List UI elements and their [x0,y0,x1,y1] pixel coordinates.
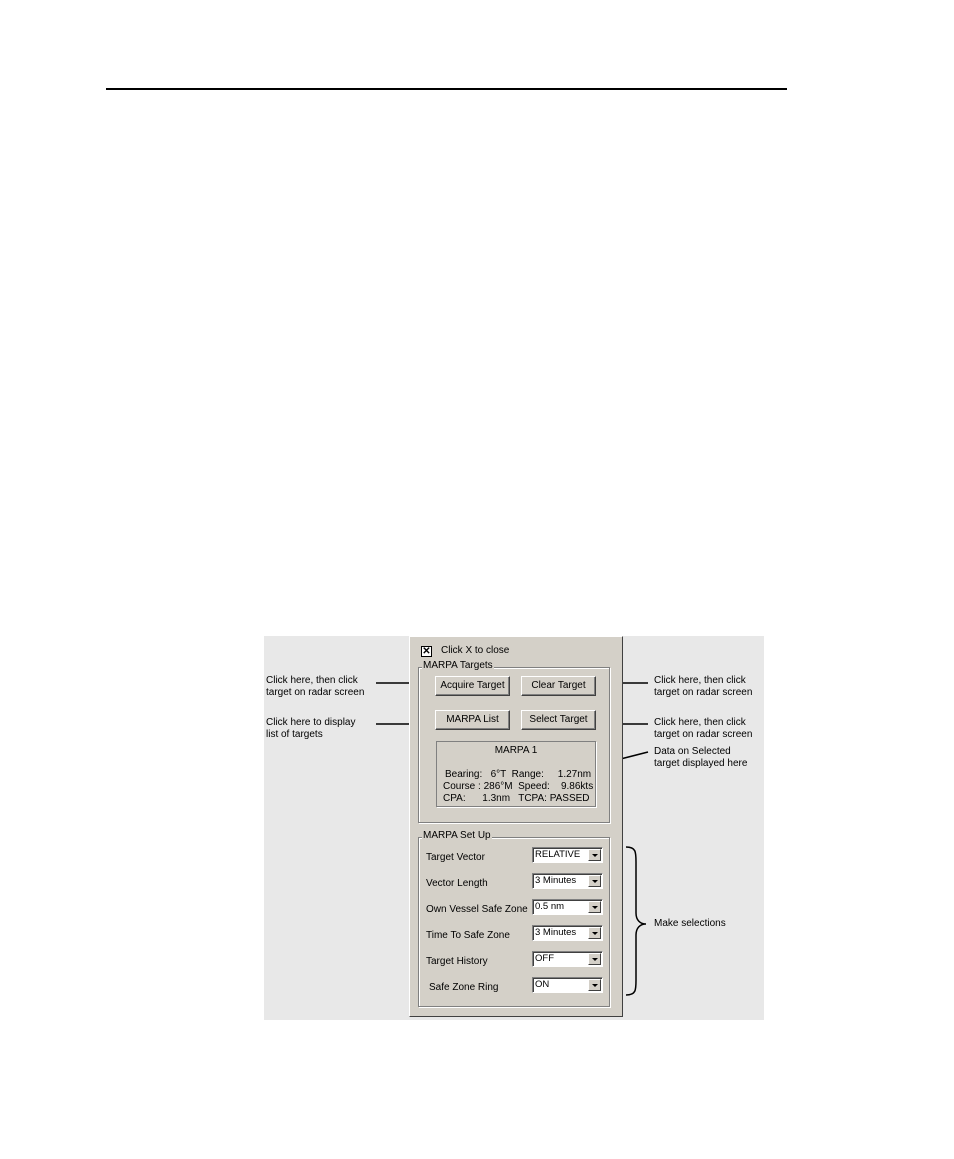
safe-zone-ring-label: Safe Zone Ring [429,982,499,993]
selected-target-name: MARPA 1 [494,745,538,756]
safe-zone-ring-value: ON [535,979,550,990]
close-label: Click X to close [441,645,510,656]
target-history-value: OFF [535,953,554,964]
chevron-down-icon[interactable] [588,953,601,965]
marpa-targets-title: MARPA Targets [422,660,494,671]
select-target-button[interactable]: Select Target [521,710,596,730]
selected-target-line2: Course : 286°M Speed: 9.86kts [443,781,594,792]
own-vessel-safe-zone-value: 0.5 nm [535,901,565,912]
time-to-safe-zone-value: 3 Minutes [535,927,577,938]
selections-brace [625,846,647,996]
vector-length-value: 3 Minutes [535,875,577,886]
time-to-safe-zone-select[interactable]: 3 Minutes [532,925,603,941]
own-vessel-safe-zone-label: Own Vessel Safe Zone [426,904,528,915]
safe-zone-ring-select[interactable]: ON [532,977,603,993]
vector-length-select[interactable]: 3 Minutes [532,873,603,889]
chevron-down-icon[interactable] [588,901,601,913]
close-button[interactable]: ✕ [421,646,432,657]
target-vector-select[interactable]: RELATIVE [532,847,603,863]
target-history-label: Target History [426,956,488,967]
marpa-setup-title: MARPA Set Up [422,830,492,841]
time-to-safe-zone-label: Time To Safe Zone [426,930,510,941]
target-history-select[interactable]: OFF [532,951,603,967]
target-vector-label: Target Vector [426,852,485,863]
target-vector-value: RELATIVE [535,849,581,860]
marpa-panel: ✕ Click X to close MARPA Targets Acquire… [409,636,623,1017]
acquire-target-button[interactable]: Acquire Target [435,676,510,696]
chevron-down-icon[interactable] [588,849,601,861]
clear-target-button[interactable]: Clear Target [521,676,596,696]
marpa-list-button[interactable]: MARPA List [435,710,510,730]
chevron-down-icon[interactable] [588,927,601,939]
own-vessel-safe-zone-select[interactable]: 0.5 nm [532,899,603,915]
selected-target-line3: CPA: 1.3nm TCPA: PASSED [443,793,590,804]
close-icon: ✕ [422,646,431,657]
chevron-down-icon[interactable] [588,875,601,887]
chevron-down-icon[interactable] [588,979,601,991]
vector-length-label: Vector Length [426,878,488,889]
selected-target-line1: Bearing: 6°T Range: 1.27nm [445,769,592,780]
selected-target-data: MARPA 1 Bearing: 6°T Range: 1.27nm Cours… [436,741,596,807]
